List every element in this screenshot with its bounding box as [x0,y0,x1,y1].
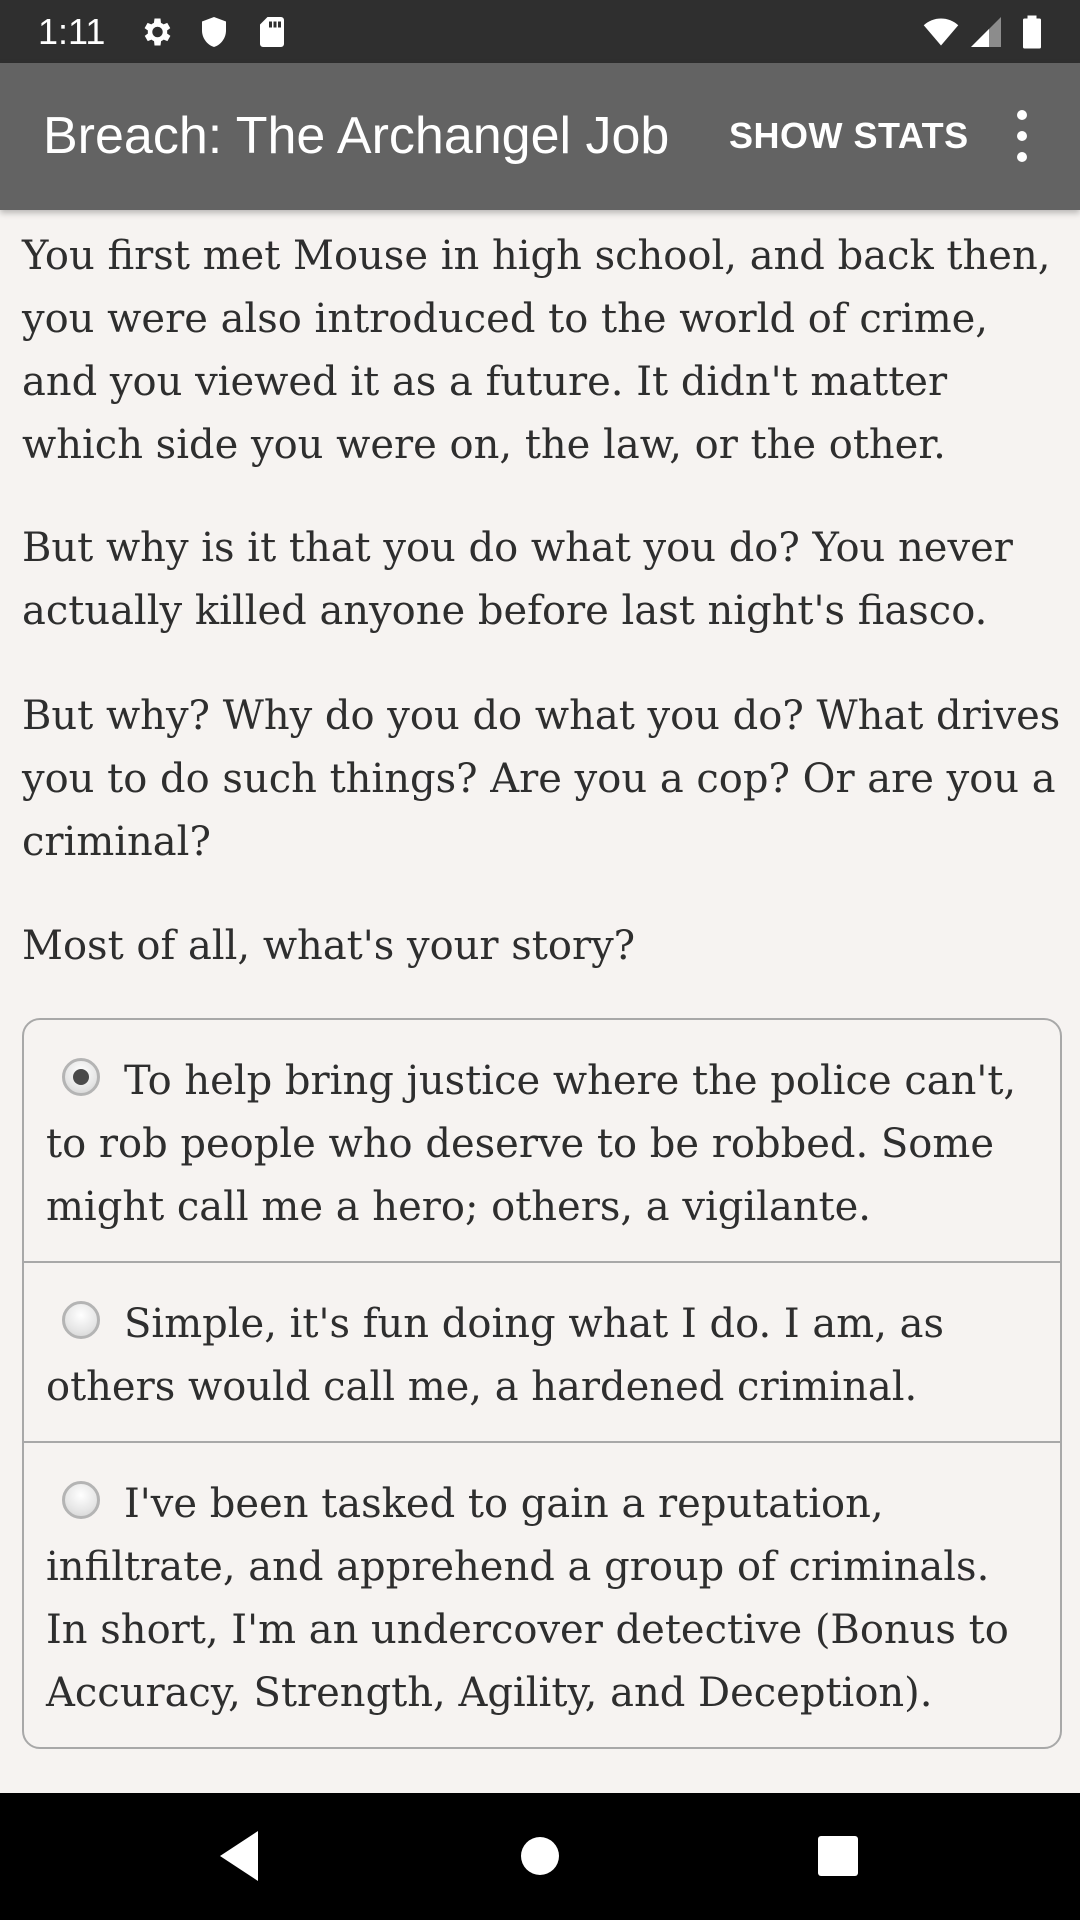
choice-label: Simple, it's fun doing what I do. I am, … [46,1301,944,1410]
app-bar: Breach: The Archangel Job SHOW STATS [0,63,1080,210]
status-time: 1:11 [38,11,106,52]
choice-option[interactable]: To help bring justice where the police c… [24,1020,1060,1261]
radio-button[interactable] [62,1301,100,1339]
shield-icon [202,17,226,47]
gear-icon [144,18,171,46]
status-bar: 1:11 [0,0,1080,63]
signal-icon [971,17,1001,47]
battery-icon [1023,15,1041,49]
recents-icon[interactable] [805,1823,871,1889]
home-icon[interactable] [507,1823,573,1889]
story-question: Most of all, what's your story? [22,923,636,969]
overflow-menu-icon[interactable] [1001,106,1043,166]
story-paragraph: But why? Why do you do what you do? What… [22,693,1061,865]
choice-label: I've been tasked to gain a reputation, i… [46,1481,1009,1716]
radio-button[interactable] [62,1481,100,1519]
choice-option[interactable]: I've been tasked to gain a reputation, i… [24,1441,1060,1747]
show-stats-button[interactable]: SHOW STATS [729,113,969,159]
story-paragraph: But why is it that you do what you do? Y… [22,525,1013,634]
story-paragraph: You first met Mouse in high school, and … [22,233,1051,468]
wifi-icon [923,18,959,46]
choice-list: To help bring justice where the police c… [22,1018,1062,1749]
app-title: Breach: The Archangel Job [43,107,670,165]
navigation-bar [0,1793,1080,1920]
sd-card-icon [260,17,284,47]
story-content[interactable]: You first met Mouse in high school, and … [0,210,1080,1793]
choice-option[interactable]: Simple, it's fun doing what I do. I am, … [24,1261,1060,1441]
choice-label: To help bring justice where the police c… [46,1058,1017,1230]
radio-button-selected[interactable] [62,1058,100,1096]
back-icon[interactable] [206,1823,272,1889]
